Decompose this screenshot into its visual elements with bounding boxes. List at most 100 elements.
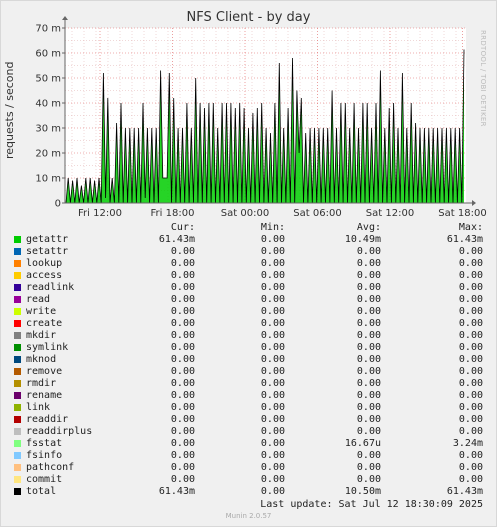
legend-swatch [14,344,21,351]
legend-min: 0.00 [260,450,285,461]
legend-row-total: total 61.43m 0.00 10.50m 61.43m [0,486,497,498]
y-tick-label: 20 m [35,149,61,160]
legend-min: 0.00 [260,366,285,377]
legend-min: 0.00 [260,294,285,305]
legend-row-fsinfo: fsinfo 0.00 0.00 0.00 0.00 [0,450,497,462]
legend-min: 0.00 [260,402,285,413]
legend-max: 0.00 [458,450,483,461]
legend-min: 0.00 [260,234,285,245]
legend-avg: 0.00 [356,366,381,377]
legend-cur: 0.00 [170,258,195,269]
legend-label: getattr [26,234,69,245]
legend-swatch [14,332,21,339]
legend-swatch [14,488,21,495]
legend-swatch [14,248,21,255]
legend-swatch [14,416,21,423]
legend-avg: 16.67u [344,438,381,449]
legend-cur: 0.00 [170,330,195,341]
legend-avg: 0.00 [356,354,381,365]
legend-cur: 61.43m [158,234,195,245]
legend-max: 3.24m [452,438,483,449]
legend-swatch [14,320,21,327]
legend-label: rename [26,390,63,401]
legend-label: remove [26,366,63,377]
legend-cur: 0.00 [170,390,195,401]
legend-swatch [14,368,21,375]
legend-avg: 0.00 [356,282,381,293]
legend-avg: 0.00 [356,414,381,425]
legend-label: fsinfo [26,450,63,461]
legend-min: 0.00 [260,270,285,281]
legend-max: 0.00 [458,318,483,329]
legend-label: link [26,402,51,413]
legend-max: 0.00 [458,246,483,257]
legend-cur: 0.00 [170,414,195,425]
legend-min: 0.00 [260,486,285,497]
legend-label: mkdir [26,330,57,341]
legend-row-getattr: getattr 61.43m 0.00 10.49m 61.43m [0,234,497,246]
legend-avg: 0.00 [356,390,381,401]
legend-swatch [14,284,21,291]
legend-min: 0.00 [260,342,285,353]
y-tick-label: 30 m [35,124,61,135]
x-tick-label: Sat 00:00 [221,208,269,219]
legend-row-write: write 0.00 0.00 0.00 0.00 [0,306,497,318]
legend-cur: 61.43m [158,486,195,497]
legend-max: 0.00 [458,294,483,305]
legend-row-mkdir: mkdir 0.00 0.00 0.00 0.00 [0,330,497,342]
legend-cur: 0.00 [170,306,195,317]
legend-min: 0.00 [260,462,285,473]
chart-svg: Fri 12:00 Fri 18:00 Sat 00:00 Sat 06:00 Sat … [35,16,487,219]
x-axis-arrow [472,200,476,206]
legend-max: 0.00 [458,270,483,281]
y-tick-label: 60 m [35,49,61,60]
header-cur: Cur: [170,222,195,233]
legend-cur: 0.00 [170,342,195,353]
legend-row-symlink: symlink 0.00 0.00 0.00 0.00 [0,342,497,354]
legend-avg: 0.00 [356,318,381,329]
legend-max: 0.00 [458,426,483,437]
legend-avg: 0.00 [356,426,381,437]
legend-swatch [14,464,21,471]
legend-row-lookup: lookup 0.00 0.00 0.00 0.00 [0,258,497,270]
legend-swatch [14,296,21,303]
legend-swatch [14,476,21,483]
x-tick-label: Sat 12:00 [366,208,414,219]
legend-cur: 0.00 [170,246,195,257]
legend-swatch [14,440,21,447]
y-tick-label: 70 m [35,24,61,35]
legend-max: 0.00 [458,474,483,485]
header-max: Max: [458,222,483,233]
legend-min: 0.00 [260,306,285,317]
legend-avg: 0.00 [356,258,381,269]
legend-swatch [14,356,21,363]
legend-min: 0.00 [260,474,285,485]
legend-swatch [14,308,21,315]
legend-max: 0.00 [458,282,483,293]
legend-row-readdirplus: readdirplus 0.00 0.00 0.00 0.00 [0,426,497,438]
legend-min: 0.00 [260,246,285,257]
legend-min: 0.00 [260,390,285,401]
legend-avg: 0.00 [356,402,381,413]
legend-max: 61.43m [446,486,483,497]
legend-label: readlink [26,282,75,293]
legend-avg: 0.00 [356,342,381,353]
legend-cur: 0.00 [170,438,195,449]
legend-max: 0.00 [458,414,483,425]
legend-cur: 0.00 [170,402,195,413]
legend-label: rmdir [26,378,57,389]
legend-avg: 0.00 [356,330,381,341]
legend-max: 0.00 [458,306,483,317]
legend-avg: 10.50m [344,486,381,497]
x-tick-label: Fri 12:00 [78,208,122,219]
legend-cur: 0.00 [170,474,195,485]
legend-min: 0.00 [260,414,285,425]
legend-label: readdir [26,414,69,425]
legend-row-access: access 0.00 0.00 0.00 0.00 [0,270,497,282]
x-tick-label: Sat 18:00 [438,208,486,219]
legend-label: read [26,294,51,305]
legend-cur: 0.00 [170,282,195,293]
legend-row-setattr: setattr 0.00 0.00 0.00 0.00 [0,246,497,258]
y-tick-label: 40 m [35,99,61,110]
legend-swatch [14,236,21,243]
